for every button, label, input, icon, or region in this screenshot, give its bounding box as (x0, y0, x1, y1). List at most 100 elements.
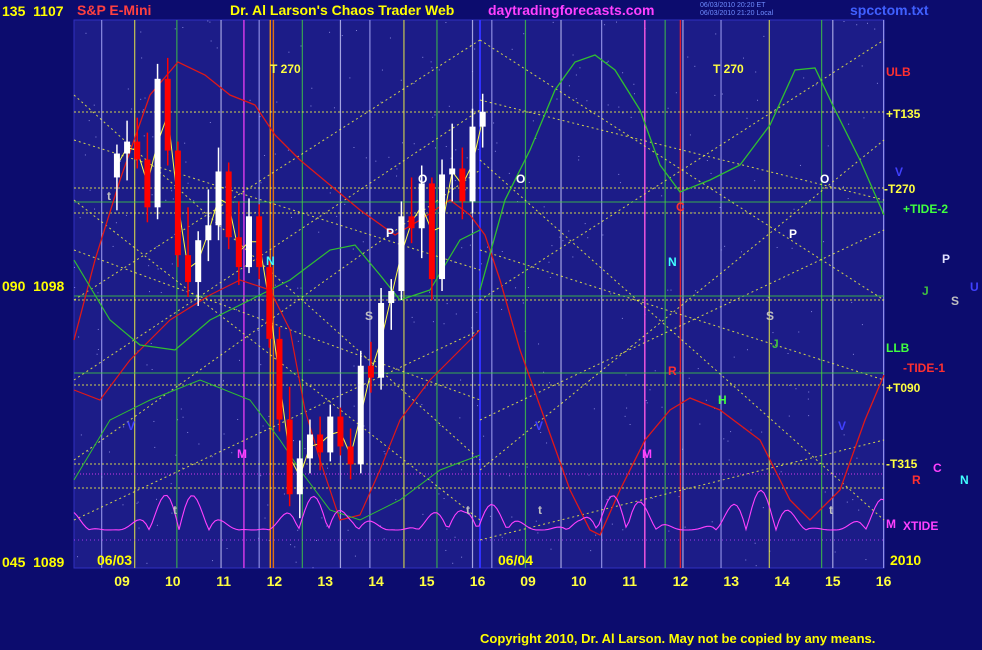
star (688, 377, 690, 379)
right-label: V (895, 165, 903, 179)
star (77, 556, 79, 558)
candle-body (337, 416, 344, 447)
star (443, 323, 445, 325)
plot-label: H (718, 393, 727, 407)
star (624, 415, 626, 417)
star (290, 544, 292, 546)
plot-label: V (127, 419, 135, 433)
star (438, 69, 440, 71)
star (741, 251, 743, 253)
star (333, 107, 335, 109)
star (291, 216, 293, 218)
plot-label: N (668, 255, 677, 269)
star (651, 497, 653, 499)
star (815, 84, 817, 86)
star (182, 416, 184, 418)
star (96, 353, 98, 355)
plot-label: t (829, 503, 833, 517)
star (461, 469, 463, 471)
star (625, 374, 627, 376)
star (827, 145, 829, 147)
star (430, 61, 432, 63)
star (633, 83, 635, 85)
star (572, 54, 574, 56)
star (874, 28, 876, 30)
star (211, 456, 213, 458)
star (349, 77, 351, 79)
candle-body (327, 416, 334, 453)
plot-label: C (676, 200, 685, 214)
star (678, 496, 680, 498)
plot-label: P (789, 227, 797, 241)
star (589, 378, 591, 380)
right-label: U (970, 280, 979, 294)
candle-body (449, 168, 456, 175)
star (384, 453, 386, 455)
star (780, 471, 782, 473)
star (428, 291, 430, 293)
star (432, 321, 434, 323)
right-label: -T315 (886, 457, 918, 471)
x-tick-label: 14 (774, 573, 790, 589)
timestamp-local: 06/03/2010 21:20 Local (700, 10, 774, 17)
plot-label: S (365, 309, 373, 323)
symbol-label: S&P E-Mini (77, 2, 152, 18)
star (610, 293, 612, 295)
star (136, 502, 138, 504)
right-label: -TIDE-1 (903, 361, 945, 375)
star (171, 263, 173, 265)
star (535, 520, 537, 522)
star (439, 424, 441, 426)
star (509, 475, 511, 477)
site-link[interactable]: daytradingforecasts.com (488, 2, 655, 18)
x-tick-label: 12 (267, 573, 283, 589)
star (856, 457, 858, 459)
right-label: J (922, 284, 929, 298)
star (274, 153, 276, 155)
chaos-chart: T 270 T 270O O OCN NP PS SJRHM MV V Vtt t t t ULB+T1… (73, 19, 979, 589)
star (575, 74, 577, 76)
star (668, 530, 670, 532)
star (84, 154, 86, 156)
star (353, 405, 355, 407)
star (89, 189, 91, 191)
star (595, 534, 597, 536)
star (171, 190, 173, 192)
star (143, 135, 145, 137)
star (157, 268, 159, 270)
star (493, 122, 495, 124)
right-label: C (933, 461, 942, 475)
star (112, 245, 114, 247)
candle-body (154, 78, 161, 208)
star (606, 498, 608, 500)
star (140, 31, 142, 33)
x-tick-label: 16 (876, 573, 892, 589)
star (287, 149, 289, 151)
x-tick-label: 12 (673, 573, 689, 589)
star (138, 527, 140, 529)
candle-body (347, 446, 354, 465)
star (757, 99, 759, 101)
x-tick-label: 11 (216, 573, 231, 589)
star (477, 405, 479, 407)
star (590, 550, 592, 552)
plot-label: M (642, 447, 652, 461)
star (212, 560, 214, 562)
right-label: N (960, 473, 969, 487)
star (501, 251, 503, 253)
plot-label: O (516, 172, 525, 186)
star (477, 148, 479, 150)
star (562, 240, 564, 242)
star (443, 498, 445, 500)
star (556, 98, 558, 100)
star (761, 431, 763, 433)
star (445, 549, 447, 551)
candle-body (134, 141, 141, 160)
star (448, 105, 450, 107)
star (548, 261, 550, 263)
y-label-bottom: 045 1089 (2, 554, 65, 570)
star (154, 446, 156, 448)
star (824, 491, 826, 493)
star (522, 302, 524, 304)
star (684, 526, 686, 528)
